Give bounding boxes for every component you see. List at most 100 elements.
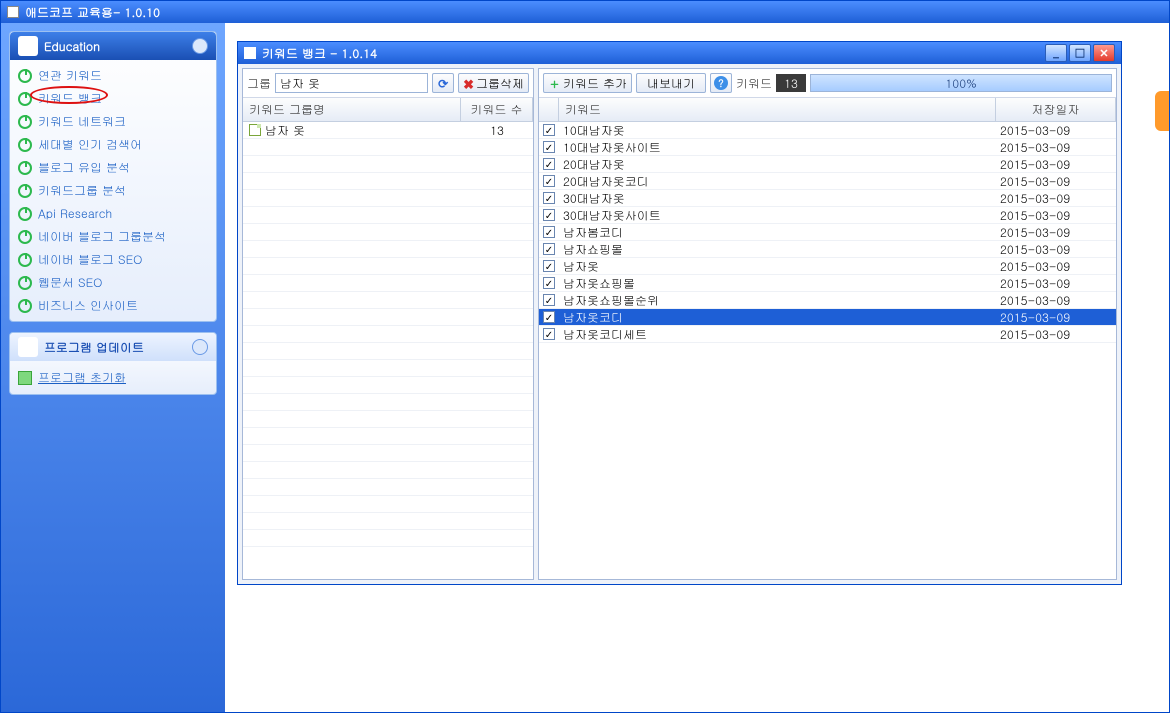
sidebar-item-1[interactable]: 키워드 뱅크 bbox=[16, 87, 210, 110]
main-area: 키워드 뱅크 - 1.0.14 _ □ ✕ 그룹 ⟳ ✖그룹삭제 bbox=[225, 23, 1169, 712]
keyword-cell: 30대남자옷사이트 bbox=[559, 207, 996, 224]
education-icon bbox=[18, 36, 38, 56]
sidebar-item-4[interactable]: 블로그 유입 분석 bbox=[16, 156, 210, 179]
maximize-button[interactable]: □ bbox=[1069, 44, 1091, 62]
empty-row bbox=[243, 496, 533, 513]
keyword-cell: 20대남자옷코디 bbox=[559, 173, 996, 190]
education-panel-header[interactable]: Education bbox=[10, 32, 216, 60]
col-keyword[interactable]: 키워드 bbox=[559, 98, 996, 121]
col-group-name[interactable]: 키워드 그룹명 bbox=[243, 98, 461, 121]
date-cell: 2015-03-09 bbox=[996, 241, 1116, 258]
update-icon bbox=[18, 337, 38, 357]
empty-row bbox=[243, 445, 533, 462]
keyword-row[interactable]: ✓남자옷코디세트2015-03-09 bbox=[539, 326, 1116, 343]
keyword-row[interactable]: ✓남자옷쇼핑몰2015-03-09 bbox=[539, 275, 1116, 292]
group-toolbar: 그룹 ⟳ ✖그룹삭제 bbox=[243, 69, 533, 98]
keyword-cell: 남자옷 bbox=[559, 258, 996, 275]
empty-row bbox=[243, 292, 533, 309]
sidebar-item-5[interactable]: 키워드그룹 분석 bbox=[16, 179, 210, 202]
keyword-row[interactable]: ✓20대남자옷코디2015-03-09 bbox=[539, 173, 1116, 190]
group-input[interactable] bbox=[275, 73, 428, 93]
checkbox[interactable]: ✓ bbox=[543, 311, 555, 323]
help-button[interactable]: ? bbox=[710, 73, 732, 93]
empty-row bbox=[243, 309, 533, 326]
education-panel: Education 연관 키워드키워드 뱅크키워드 네트워크세대별 인기 검색어… bbox=[9, 31, 217, 322]
chevron-up-icon[interactable] bbox=[192, 38, 208, 54]
date-cell: 2015-03-09 bbox=[996, 275, 1116, 292]
keyword-pane: ＋키워드 추가 내보내기 ? 키워드 13 100% 키워드 저장일자 bbox=[538, 68, 1117, 580]
minimize-button[interactable]: _ bbox=[1045, 44, 1067, 62]
keyword-cell: 남자쇼핑몰 bbox=[559, 241, 996, 258]
inner-window-icon bbox=[244, 47, 256, 59]
close-button[interactable]: ✕ bbox=[1093, 44, 1115, 62]
sidebar-item-8[interactable]: 네이버 블로그 SEO bbox=[16, 248, 210, 271]
checkbox[interactable]: ✓ bbox=[543, 260, 555, 272]
keyword-row[interactable]: ✓20대남자옷2015-03-09 bbox=[539, 156, 1116, 173]
outer-titlebar[interactable]: 애드코프 교육용- 1.0.10 bbox=[1, 1, 1169, 23]
keyword-row[interactable]: ✓남자옷쇼핑몰순위2015-03-09 bbox=[539, 292, 1116, 309]
empty-row bbox=[243, 343, 533, 360]
inner-titlebar[interactable]: 키워드 뱅크 - 1.0.14 _ □ ✕ bbox=[238, 42, 1121, 64]
sidebar-item-9[interactable]: 웹문서 SEO bbox=[16, 271, 210, 294]
keyword-row[interactable]: ✓남자옷코디2015-03-09 bbox=[539, 309, 1116, 326]
empty-row bbox=[243, 139, 533, 156]
update-item-0[interactable]: 프로그램 초기화 bbox=[16, 365, 210, 390]
update-panel-header[interactable]: 프로그램 업데이트 bbox=[10, 333, 216, 361]
group-grid-body[interactable]: 남자 옷13 bbox=[243, 122, 533, 579]
keyword-cell: 남자옷코디세트 bbox=[559, 326, 996, 343]
checkbox[interactable]: ✓ bbox=[543, 328, 555, 340]
empty-row bbox=[243, 411, 533, 428]
keyword-row[interactable]: ✓30대남자옷사이트2015-03-09 bbox=[539, 207, 1116, 224]
keyword-grid-body[interactable]: ✓10대남자옷2015-03-09✓10대남자옷사이트2015-03-09✓20… bbox=[539, 122, 1116, 579]
refresh-button[interactable]: ⟳ bbox=[432, 73, 454, 93]
checkbox[interactable]: ✓ bbox=[543, 175, 555, 187]
delete-group-button[interactable]: ✖그룹삭제 bbox=[458, 73, 529, 93]
empty-row bbox=[243, 513, 533, 530]
date-cell: 2015-03-09 bbox=[996, 156, 1116, 173]
chevron-up-icon[interactable] bbox=[192, 339, 208, 355]
keyword-row[interactable]: ✓30대남자옷2015-03-09 bbox=[539, 190, 1116, 207]
sidebar-item-6[interactable]: Api Research bbox=[16, 202, 210, 225]
checkbox[interactable]: ✓ bbox=[543, 209, 555, 221]
sidebar-item-label: 세대별 인기 검색어 bbox=[38, 136, 142, 153]
x-icon: ✖ bbox=[463, 74, 474, 93]
sidebar-item-label: 네이버 블로그 그룹분석 bbox=[38, 228, 166, 245]
sidebar-item-7[interactable]: 네이버 블로그 그룹분석 bbox=[16, 225, 210, 248]
keyword-toolbar: ＋키워드 추가 내보내기 ? 키워드 13 100% bbox=[539, 69, 1116, 98]
power-icon bbox=[18, 230, 32, 244]
power-icon bbox=[18, 161, 32, 175]
checkbox[interactable]: ✓ bbox=[543, 294, 555, 306]
col-checkbox[interactable] bbox=[539, 98, 559, 121]
keyword-row[interactable]: ✓10대남자옷사이트2015-03-09 bbox=[539, 139, 1116, 156]
keyword-row[interactable]: ✓남자봄코디2015-03-09 bbox=[539, 224, 1116, 241]
checkbox[interactable]: ✓ bbox=[543, 124, 555, 136]
keyword-row[interactable]: ✓남자옷2015-03-09 bbox=[539, 258, 1116, 275]
keyword-row[interactable]: ✓10대남자옷2015-03-09 bbox=[539, 122, 1116, 139]
side-tab-handle[interactable] bbox=[1155, 91, 1169, 131]
sidebar-item-label: 키워드 네트워크 bbox=[38, 113, 126, 130]
sidebar-item-2[interactable]: 키워드 네트워크 bbox=[16, 110, 210, 133]
checkbox[interactable]: ✓ bbox=[543, 192, 555, 204]
sidebar-item-label: 웹문서 SEO bbox=[38, 274, 102, 291]
empty-row bbox=[243, 224, 533, 241]
document-icon bbox=[249, 124, 261, 136]
col-keyword-count[interactable]: 키워드 수 bbox=[461, 98, 533, 121]
checkbox[interactable]: ✓ bbox=[543, 141, 555, 153]
sidebar-item-3[interactable]: 세대별 인기 검색어 bbox=[16, 133, 210, 156]
sidebar-item-0[interactable]: 연관 키워드 bbox=[16, 64, 210, 87]
checkbox[interactable]: ✓ bbox=[543, 158, 555, 170]
checkbox[interactable]: ✓ bbox=[543, 243, 555, 255]
keyword-row[interactable]: ✓ 남자쇼핑몰2015-03-09 bbox=[539, 241, 1116, 258]
export-button[interactable]: 내보내기 bbox=[636, 73, 706, 93]
delete-group-label: 그룹삭제 bbox=[476, 75, 524, 92]
col-date[interactable]: 저장일자 bbox=[996, 98, 1116, 121]
checkbox[interactable]: ✓ bbox=[543, 226, 555, 238]
sidebar-item-10[interactable]: 비즈니스 인사이트 bbox=[16, 294, 210, 317]
checkbox[interactable]: ✓ bbox=[543, 277, 555, 289]
keyword-count-box: 13 bbox=[776, 74, 806, 92]
add-keyword-button[interactable]: ＋키워드 추가 bbox=[543, 73, 632, 93]
empty-row bbox=[243, 360, 533, 377]
group-row[interactable]: 남자 옷13 bbox=[243, 122, 533, 139]
date-cell: 2015-03-09 bbox=[996, 292, 1116, 309]
date-cell: 2015-03-09 bbox=[996, 224, 1116, 241]
